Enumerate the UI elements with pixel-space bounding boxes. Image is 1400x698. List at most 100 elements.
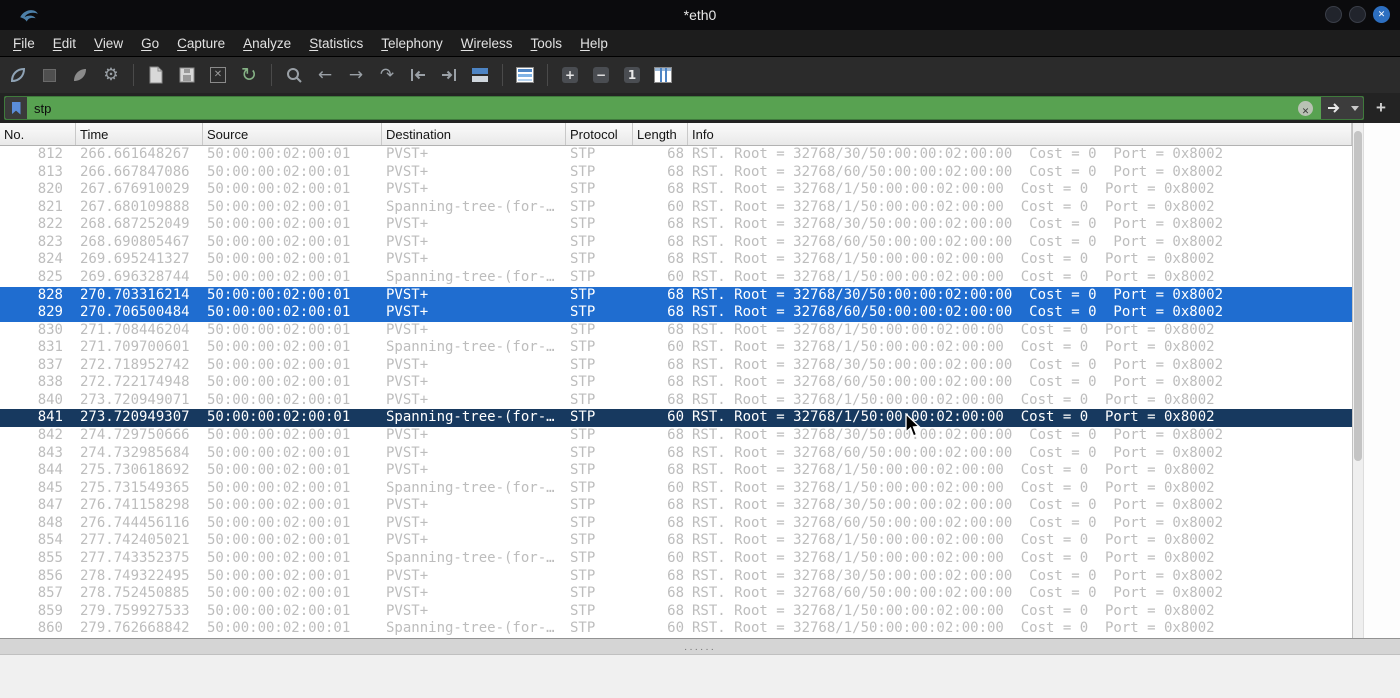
menu-edit[interactable]: Edit [44, 32, 85, 55]
menu-statistics[interactable]: Statistics [300, 32, 372, 55]
cell-no: 828 [37, 286, 63, 303]
cell-info: RST. Root = 32768/60/50:00:00:02:00:00 C… [692, 233, 1224, 250]
packet-row-857[interactable]: 857 278.752450885 50:00:00:02:00:01 PVST+ ST… [0, 585, 1352, 603]
cell-src: 50:00:00:02:00:01 [207, 146, 351, 162]
menu-view[interactable]: View [85, 32, 132, 55]
menu-analyze[interactable]: Analyze [234, 32, 300, 55]
go-back-icon[interactable]: ← [313, 63, 337, 87]
zoom-in-icon[interactable]: + [558, 63, 582, 87]
cell-dst: Spanning-tree-(for-… [386, 620, 555, 637]
packet-row-831[interactable]: 831 271.709700601 50:00:00:02:00:01 Spannin… [0, 339, 1352, 357]
column-header-source[interactable]: Source [203, 123, 382, 145]
packet-row-855[interactable]: 855 277.743352375 50:00:00:02:00:01 Spannin… [0, 550, 1352, 568]
column-header-length[interactable]: Length [633, 123, 688, 145]
cell-len: 60 [667, 549, 684, 566]
menu-help[interactable]: Help [571, 32, 617, 55]
menu-capture[interactable]: Capture [168, 32, 234, 55]
cell-info: RST. Root = 32768/30/50:00:00:02:00:00 C… [692, 427, 1224, 443]
packet-row-822[interactable]: 822 268.687252049 50:00:00:02:00:01 PVST+ ST… [0, 216, 1352, 234]
packet-row-823[interactable]: 823 268.690805467 50:00:00:02:00:01 PVST+ ST… [0, 234, 1352, 252]
find-packet-icon[interactable] [282, 63, 306, 87]
cell-proto: STP [570, 216, 596, 233]
column-header-protocol[interactable]: Protocol [566, 123, 633, 145]
column-header-info[interactable]: Info [688, 123, 1352, 145]
cell-src: 50:00:00:02:00:01 [207, 514, 351, 531]
restart-capture-icon[interactable] [68, 63, 92, 87]
cell-time: 268.690805467 [80, 233, 190, 250]
packet-row-820[interactable]: 820 267.676910029 50:00:00:02:00:01 PVST+ ST… [0, 181, 1352, 199]
packet-row-828[interactable]: 828 270.703316214 50:00:00:02:00:01 PVST+ ST… [0, 286, 1352, 305]
minimize-button[interactable] [1325, 6, 1342, 23]
colorize-icon[interactable] [513, 63, 537, 87]
packet-row-840[interactable]: 840 273.720949071 50:00:00:02:00:01 PVST+ ST… [0, 392, 1352, 410]
resize-columns-icon[interactable] [651, 63, 675, 87]
packet-row-842[interactable]: 842 274.729750666 50:00:00:02:00:01 PVST+ ST… [0, 427, 1352, 445]
auto-scroll-icon[interactable] [468, 63, 492, 87]
packet-row-841[interactable]: 841 273.720949307 50:00:00:02:00:01 Spannin… [0, 409, 1352, 427]
packet-row-844[interactable]: 844 275.730618692 50:00:00:02:00:01 PVST+ ST… [0, 462, 1352, 480]
capture-options-icon[interactable]: ⚙ [99, 63, 123, 87]
cell-info: RST. Root = 32768/1/50:00:00:02:00:00 Co… [692, 251, 1215, 268]
go-last-icon[interactable] [437, 63, 461, 87]
filter-apply-button[interactable] [1321, 97, 1347, 119]
cell-no: 825 [37, 268, 63, 285]
packet-row-843[interactable]: 843 274.732985684 50:00:00:02:00:01 PVST+ ST… [0, 445, 1352, 463]
menu-go[interactable]: Go [132, 32, 168, 55]
filter-dropdown-icon[interactable] [1347, 97, 1363, 119]
zoom-100-icon[interactable]: 1 [620, 63, 644, 87]
save-file-icon[interactable] [175, 63, 199, 87]
close-button[interactable] [1373, 6, 1390, 23]
scrollbar-track[interactable] [1353, 123, 1363, 638]
packet-row-848[interactable]: 848 276.744456116 50:00:00:02:00:01 PVST+ ST… [0, 515, 1352, 533]
packet-row-813[interactable]: 813 266.667847086 50:00:00:02:00:01 PVST+ ST… [0, 164, 1352, 182]
packet-row-847[interactable]: 847 276.741158298 50:00:00:02:00:01 PVST+ ST… [0, 497, 1352, 515]
cell-time: 279.762668842 [80, 620, 190, 637]
packet-row-830[interactable]: 830 271.708446204 50:00:00:02:00:01 PVST+ ST… [0, 322, 1352, 340]
wireshark-fin-icon[interactable] [6, 63, 30, 87]
zoom-out-icon[interactable]: − [589, 63, 613, 87]
menu-file[interactable]: File [4, 32, 44, 55]
cell-dst: PVST+ [386, 181, 429, 198]
scrollbar-thumb[interactable] [1354, 131, 1362, 461]
filter-add-button[interactable]: + [1364, 98, 1398, 118]
reload-file-icon[interactable]: ↻ [237, 63, 261, 87]
filter-bookmark-button[interactable] [5, 97, 27, 119]
cell-len: 60 [667, 198, 684, 215]
filter-input[interactable]: stp [27, 101, 1298, 116]
go-first-icon[interactable] [406, 63, 430, 87]
menu-tools[interactable]: Tools [522, 32, 572, 55]
column-header-destination[interactable]: Destination [382, 123, 566, 145]
packet-row-856[interactable]: 856 278.749322495 50:00:00:02:00:01 PVST+ ST… [0, 568, 1352, 586]
maximize-button[interactable] [1349, 6, 1366, 23]
cell-len: 68 [667, 497, 684, 514]
packet-row-824[interactable]: 824 269.695241327 50:00:00:02:00:01 PVST+ ST… [0, 251, 1352, 269]
menu-wireless[interactable]: Wireless [452, 32, 522, 55]
packet-row-825[interactable]: 825 269.696328744 50:00:00:02:00:01 Spannin… [0, 269, 1352, 287]
open-file-icon[interactable] [144, 63, 168, 87]
close-file-icon[interactable]: ✕ [206, 63, 230, 87]
packet-row-859[interactable]: 859 279.759927533 50:00:00:02:00:01 PVST+ ST… [0, 603, 1352, 621]
column-header-time[interactable]: Time [76, 123, 203, 145]
splitter-handle-icon[interactable] [684, 644, 716, 656]
column-header-no[interactable]: No. [0, 123, 76, 145]
cell-src: 50:00:00:02:00:01 [207, 181, 351, 198]
packet-row-812[interactable]: 812 266.661648267 50:00:00:02:00:01 PVST+ ST… [0, 146, 1352, 164]
filter-clear-icon[interactable] [1298, 100, 1313, 116]
packet-row-837[interactable]: 837 272.718952742 50:00:00:02:00:01 PVST+ ST… [0, 357, 1352, 375]
packet-row-821[interactable]: 821 267.680109888 50:00:00:02:00:01 Spannin… [0, 199, 1352, 217]
go-forward-icon[interactable]: → [344, 63, 368, 87]
menu-telephony[interactable]: Telephony [372, 32, 452, 55]
stop-capture-icon[interactable] [37, 63, 61, 87]
display-filter-field[interactable]: stp [4, 96, 1364, 120]
cell-len: 68 [667, 356, 684, 373]
packet-row-829[interactable]: 829 270.706500484 50:00:00:02:00:01 PVST+ ST… [0, 304, 1352, 322]
packet-row-860[interactable]: 860 279.762668842 50:00:00:02:00:01 Spannin… [0, 620, 1352, 638]
packet-row-845[interactable]: 845 275.731549365 50:00:00:02:00:01 Spannin… [0, 480, 1352, 498]
go-to-packet-icon[interactable]: ↷ [375, 63, 399, 87]
cell-len: 60 [667, 479, 684, 496]
packet-row-854[interactable]: 854 277.742405021 50:00:00:02:00:01 PVST+ ST… [0, 532, 1352, 550]
pane-splitter[interactable] [0, 638, 1400, 654]
cell-info: RST. Root = 32768/30/50:00:00:02:00:00 C… [692, 146, 1224, 162]
packet-row-838[interactable]: 838 272.722174948 50:00:00:02:00:01 PVST+ ST… [0, 374, 1352, 392]
cell-src: 50:00:00:02:00:01 [207, 532, 351, 549]
